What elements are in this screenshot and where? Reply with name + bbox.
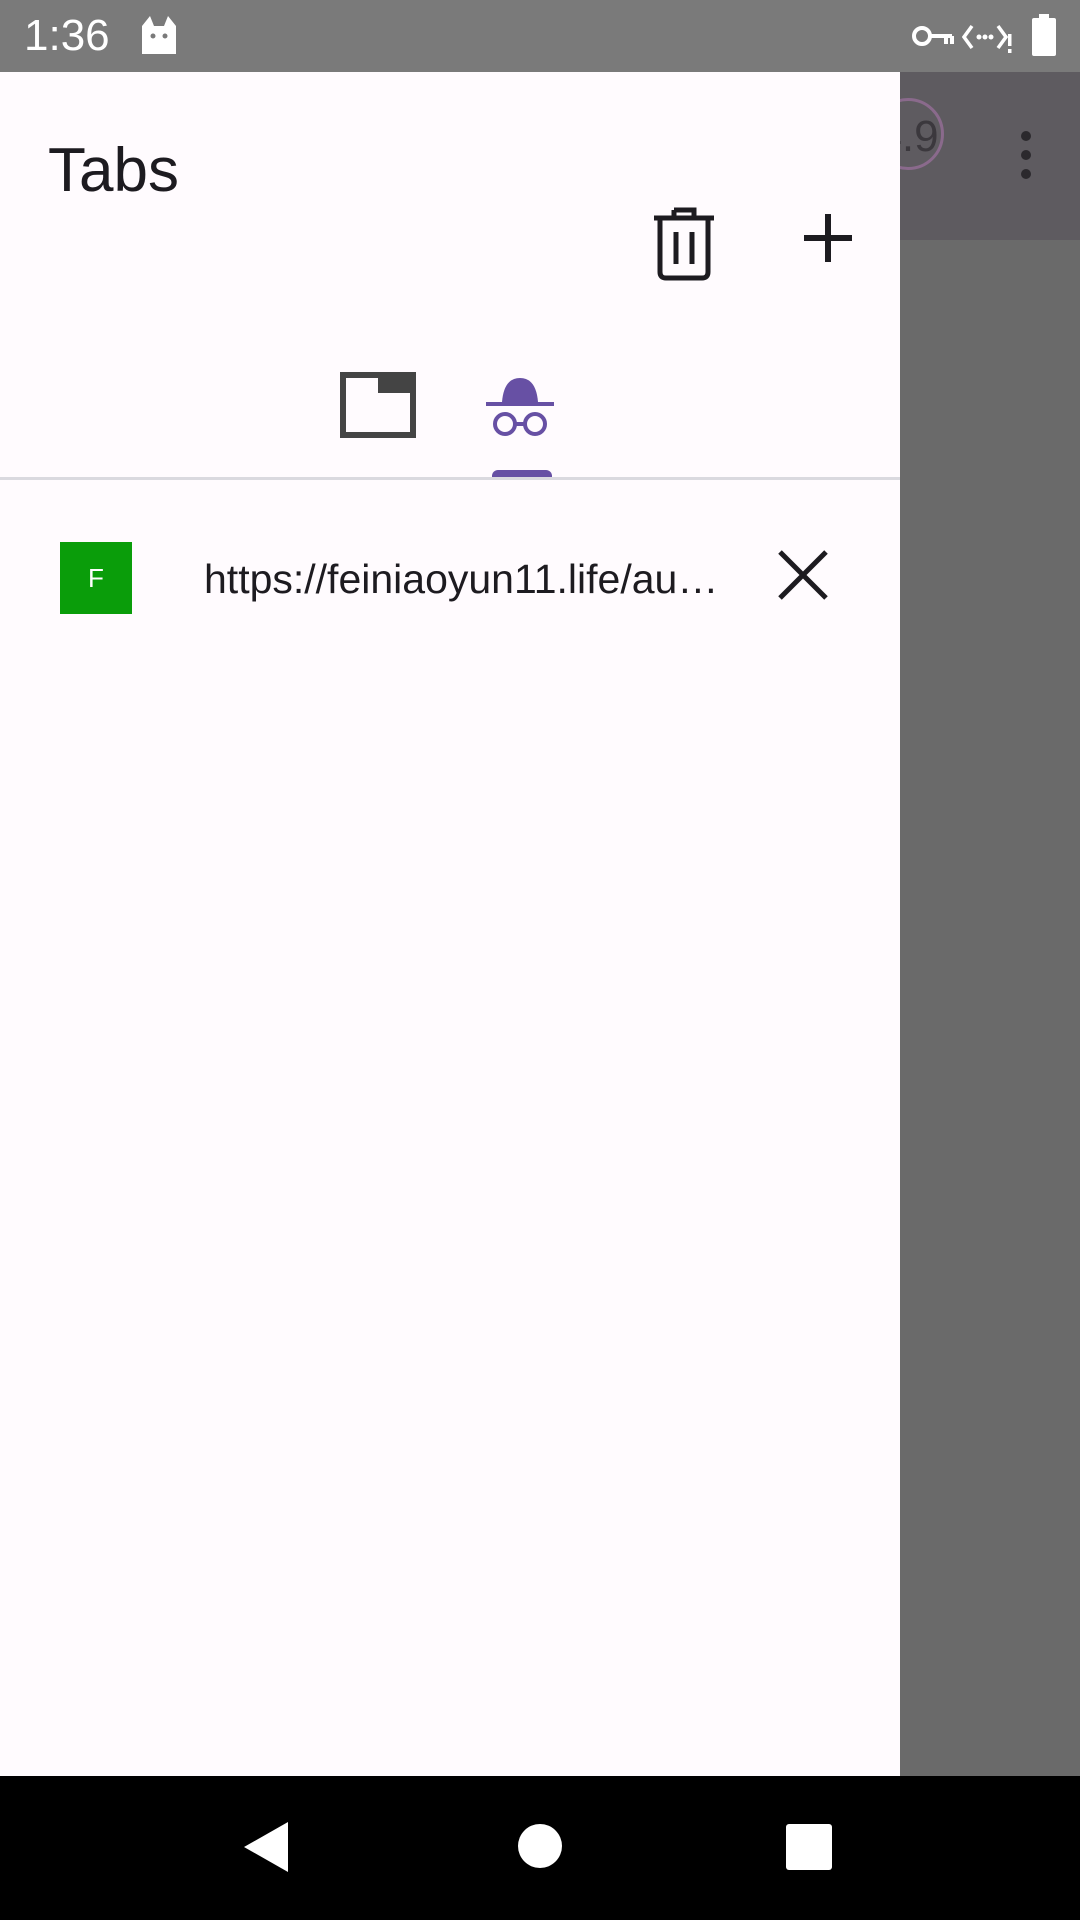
status-bar: 1:36 [0, 0, 1080, 72]
site-favicon: F [60, 542, 132, 614]
private-tabs-icon[interactable] [484, 374, 556, 446]
vpn-key-icon [912, 26, 954, 46]
tabs-divider [0, 477, 900, 480]
delete-all-icon[interactable] [648, 202, 720, 282]
drawer-title: Tabs [48, 136, 179, 205]
status-time: 1:36 [24, 11, 110, 60]
cat-icon [142, 16, 176, 54]
home-icon[interactable] [518, 1824, 562, 1868]
back-icon[interactable] [242, 1820, 290, 1874]
tab-url[interactable]: https://feiniaoyun11.life/auth/login [204, 550, 724, 608]
battery-icon [1032, 14, 1056, 56]
recents-icon[interactable] [786, 1824, 832, 1870]
tabs-drawer: Tabs F https://feiniaoyun11.life/auth/lo… [0, 72, 900, 1776]
background-content [900, 240, 1080, 1776]
close-icon[interactable] [774, 546, 832, 604]
tab-list-item[interactable]: F https://feiniaoyun11.life/auth/login [0, 506, 900, 648]
more-vert-icon[interactable] [1012, 130, 1040, 180]
add-tab-icon[interactable] [796, 206, 860, 270]
system-nav-bar [0, 1776, 1080, 1920]
data-saver-icon [962, 24, 1012, 53]
normal-tabs-icon[interactable] [340, 372, 416, 438]
